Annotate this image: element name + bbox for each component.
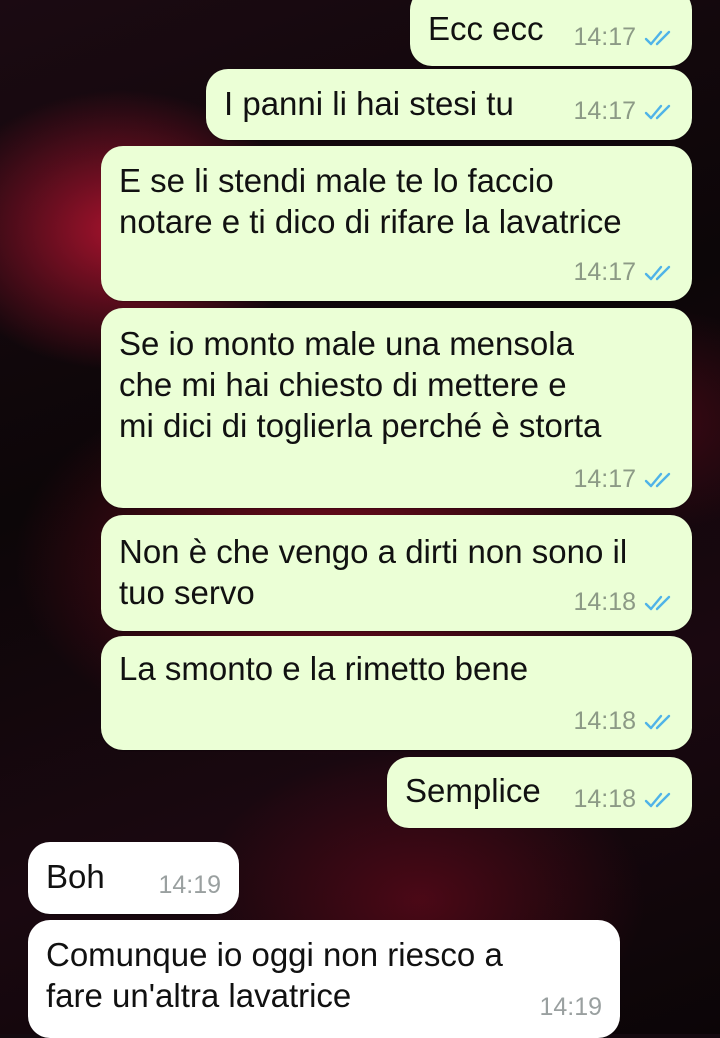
message-text: Non è che vengo a dirti non sono il tuo … <box>119 533 628 611</box>
double-check-read-icon <box>644 714 671 729</box>
message-time: 14:17 <box>573 97 636 125</box>
message-meta: 14:18 <box>573 582 674 623</box>
double-check-read-icon <box>644 104 671 119</box>
message-meta: 14:17 <box>573 17 674 58</box>
message-meta: 14:18 <box>573 701 674 742</box>
message-meta: 14:18 <box>573 779 674 820</box>
message-time: 14:17 <box>573 23 636 51</box>
message-text: Se io monto male una mensola che mi hai … <box>119 325 602 444</box>
message-text: La smonto e la rimetto bene <box>119 650 529 687</box>
message-bubble-outgoing[interactable]: Ecc ecc 14:17 <box>410 0 692 66</box>
message-text: Semplice <box>405 772 541 809</box>
message-bubble-outgoing[interactable]: La smonto e la rimetto bene 14:18 <box>101 636 692 750</box>
message-text: Ecc ecc <box>428 10 544 47</box>
message-time: 14:19 <box>539 993 602 1021</box>
double-check-read-icon <box>644 30 671 45</box>
message-bubble-outgoing[interactable]: Semplice 14:18 <box>387 757 692 828</box>
double-check-read-icon <box>644 472 671 487</box>
message-meta: 14:19 <box>158 865 221 906</box>
message-meta: 14:19 <box>539 987 602 1028</box>
message-time: 14:19 <box>158 871 221 899</box>
message-time: 14:18 <box>573 785 636 813</box>
double-check-read-icon <box>644 792 671 807</box>
message-text: Boh <box>46 858 105 895</box>
message-bubble-outgoing[interactable]: Se io monto male una mensola che mi hai … <box>101 308 692 508</box>
message-bubble-outgoing[interactable]: Non è che vengo a dirti non sono il tuo … <box>101 515 692 631</box>
message-text: Comunque io oggi non riesco a fare un'al… <box>46 936 503 1014</box>
message-meta: 14:17 <box>573 459 674 500</box>
message-time: 14:18 <box>573 588 636 616</box>
message-meta: 14:17 <box>573 91 674 132</box>
message-time: 14:17 <box>573 465 636 493</box>
message-meta: 14:17 <box>573 252 674 293</box>
message-text: I panni li hai stesi tu <box>224 85 514 122</box>
double-check-read-icon <box>644 265 671 280</box>
message-bubble-outgoing[interactable]: I panni li hai stesi tu 14:17 <box>206 69 692 140</box>
message-time: 14:18 <box>573 707 636 735</box>
message-time: 14:17 <box>573 258 636 286</box>
message-bubble-outgoing[interactable]: E se li stendi male te lo faccio notare … <box>101 146 692 301</box>
double-check-read-icon <box>644 595 671 610</box>
message-bubble-incoming[interactable]: Boh 14:19 <box>28 842 239 914</box>
message-text: E se li stendi male te lo faccio notare … <box>119 162 622 240</box>
message-bubble-incoming[interactable]: Comunque io oggi non riesco a fare un'al… <box>28 920 620 1038</box>
